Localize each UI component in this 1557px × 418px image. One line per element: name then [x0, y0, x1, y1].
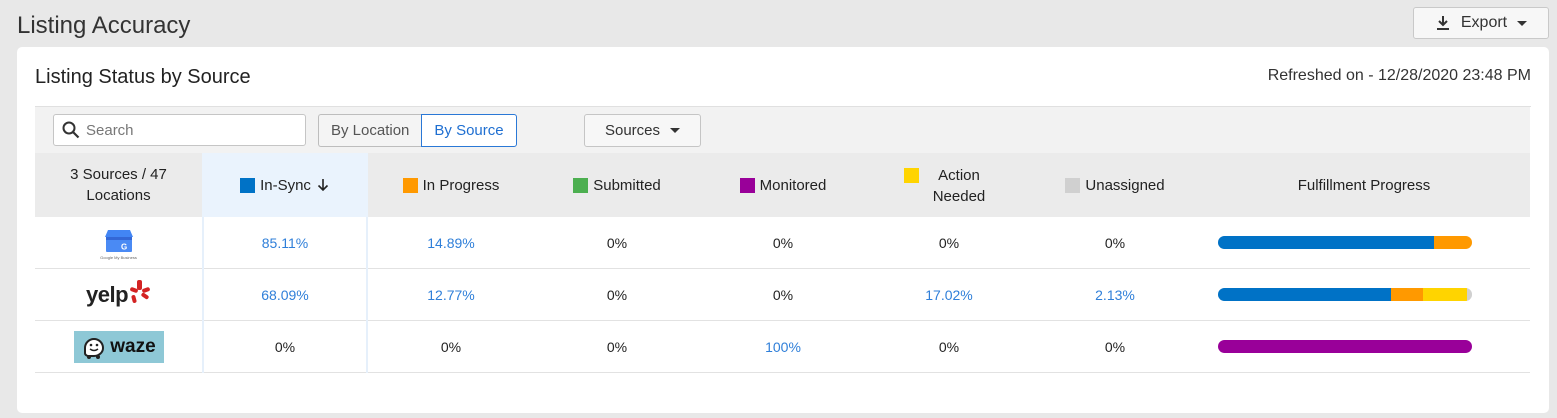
search-box[interactable]	[53, 114, 306, 146]
fulfillment-progress-bar	[1218, 288, 1472, 301]
progress-segment-unassigned	[1466, 288, 1472, 301]
cell-action-needed: 0%	[938, 338, 960, 355]
fulfillment-progress-bar	[1218, 236, 1472, 249]
refreshed-timestamp: Refreshed on - 12/28/2020 23:48 PM	[1267, 67, 1531, 84]
cell-submitted: 0%	[606, 338, 628, 355]
table-row: yelp 68.09% 12.77% 0% 0% 17.02% 2.13%	[35, 269, 1530, 321]
yelp-burst-icon	[130, 279, 150, 303]
export-label: Export	[1460, 14, 1508, 31]
submitted-swatch	[573, 177, 589, 193]
filter-toolbar: By Location By Source Sources	[35, 107, 1530, 153]
summary-header: 3 Sources / 47 Locations	[70, 166, 167, 204]
column-label-in-sync: In-Sync	[260, 176, 311, 194]
column-label-in-progress: In Progress	[422, 176, 500, 194]
cell-unassigned[interactable]: 2.13%	[1032, 269, 1198, 320]
column-label-action-needed: Action Needed	[932, 167, 986, 205]
cell-unassigned: 0%	[1104, 234, 1126, 251]
search-input[interactable]	[86, 121, 286, 139]
column-header-in-sync[interactable]: In-Sync	[202, 153, 368, 217]
view-toggle: By Location By Source	[318, 114, 517, 147]
fulfillment-progress-bar	[1218, 340, 1472, 353]
in-progress-swatch	[402, 177, 418, 193]
svg-text:G: G	[121, 242, 127, 251]
by-source-button[interactable]: By Source	[421, 114, 517, 147]
column-header-action-needed[interactable]: Action Needed	[866, 153, 1032, 217]
column-header-fulfillment: Fulfillment Progress	[1297, 176, 1431, 194]
progress-segment-action-needed	[1423, 288, 1467, 301]
yelp-logo: yelp	[35, 269, 202, 320]
cell-action-needed[interactable]: 17.02%	[866, 269, 1032, 320]
cell-submitted: 0%	[606, 234, 628, 251]
by-location-button[interactable]: By Location	[318, 114, 422, 147]
card-title: Listing Status by Source	[35, 66, 251, 88]
cell-monitored[interactable]: 100%	[700, 321, 866, 372]
progress-segment-in-progress	[1434, 236, 1472, 249]
chevron-down-icon	[1517, 20, 1528, 26]
google-my-business-logo: G Google My Business	[35, 217, 202, 268]
waze-logo: waze	[35, 321, 202, 372]
column-header-in-progress[interactable]: In Progress	[368, 153, 534, 217]
cell-in-progress: 0%	[440, 338, 462, 355]
column-header-submitted[interactable]: Submitted	[534, 153, 700, 217]
in-sync-swatch	[240, 177, 256, 193]
table-row: waze 0% 0% 0% 100% 0% 0%	[35, 321, 1530, 373]
cell-in-sync[interactable]: 85.11%	[202, 217, 368, 268]
cell-in-sync: 0%	[274, 338, 296, 355]
listing-status-card: Listing Status by Source Refreshed on - …	[17, 47, 1549, 413]
cell-in-sync[interactable]: 68.09%	[202, 269, 368, 320]
cell-submitted: 0%	[606, 286, 628, 303]
column-label-submitted: Submitted	[593, 176, 661, 194]
progress-segment-in-sync	[1218, 236, 1435, 249]
progress-segment-in-sync	[1218, 288, 1391, 301]
source-table: 3 Sources / 47 Locations In-Sync In Prog…	[35, 153, 1530, 373]
column-header-monitored[interactable]: Monitored	[700, 153, 866, 217]
cell-monitored: 0%	[772, 234, 794, 251]
table-row: G Google My Business 85.11% 14.89% 0% 0%…	[35, 217, 1530, 269]
monitored-swatch	[739, 177, 755, 193]
sort-down-arrow-icon	[317, 179, 328, 192]
column-header-unassigned[interactable]: Unassigned	[1032, 153, 1198, 217]
action-needed-swatch	[904, 168, 919, 183]
download-icon	[1436, 16, 1449, 30]
search-icon	[62, 121, 80, 139]
progress-segment-monitored	[1218, 340, 1472, 353]
cell-monitored: 0%	[772, 286, 794, 303]
chevron-down-icon	[670, 128, 681, 133]
cell-in-progress[interactable]: 14.89%	[368, 217, 534, 268]
sources-dropdown[interactable]: Sources	[584, 114, 701, 147]
cell-unassigned: 0%	[1104, 338, 1126, 355]
table-header: 3 Sources / 47 Locations In-Sync In Prog…	[35, 153, 1530, 217]
page-title: Listing Accuracy	[17, 12, 191, 39]
progress-segment-in-progress	[1390, 288, 1424, 301]
cell-in-progress[interactable]: 12.77%	[368, 269, 534, 320]
cell-action-needed: 0%	[938, 234, 960, 251]
unassigned-swatch	[1065, 177, 1081, 193]
export-button[interactable]: Export	[1413, 7, 1549, 39]
column-label-unassigned: Unassigned	[1085, 176, 1165, 194]
waze-face-icon	[84, 337, 105, 359]
column-label-monitored: Monitored	[759, 176, 827, 194]
sources-label: Sources	[604, 122, 661, 139]
